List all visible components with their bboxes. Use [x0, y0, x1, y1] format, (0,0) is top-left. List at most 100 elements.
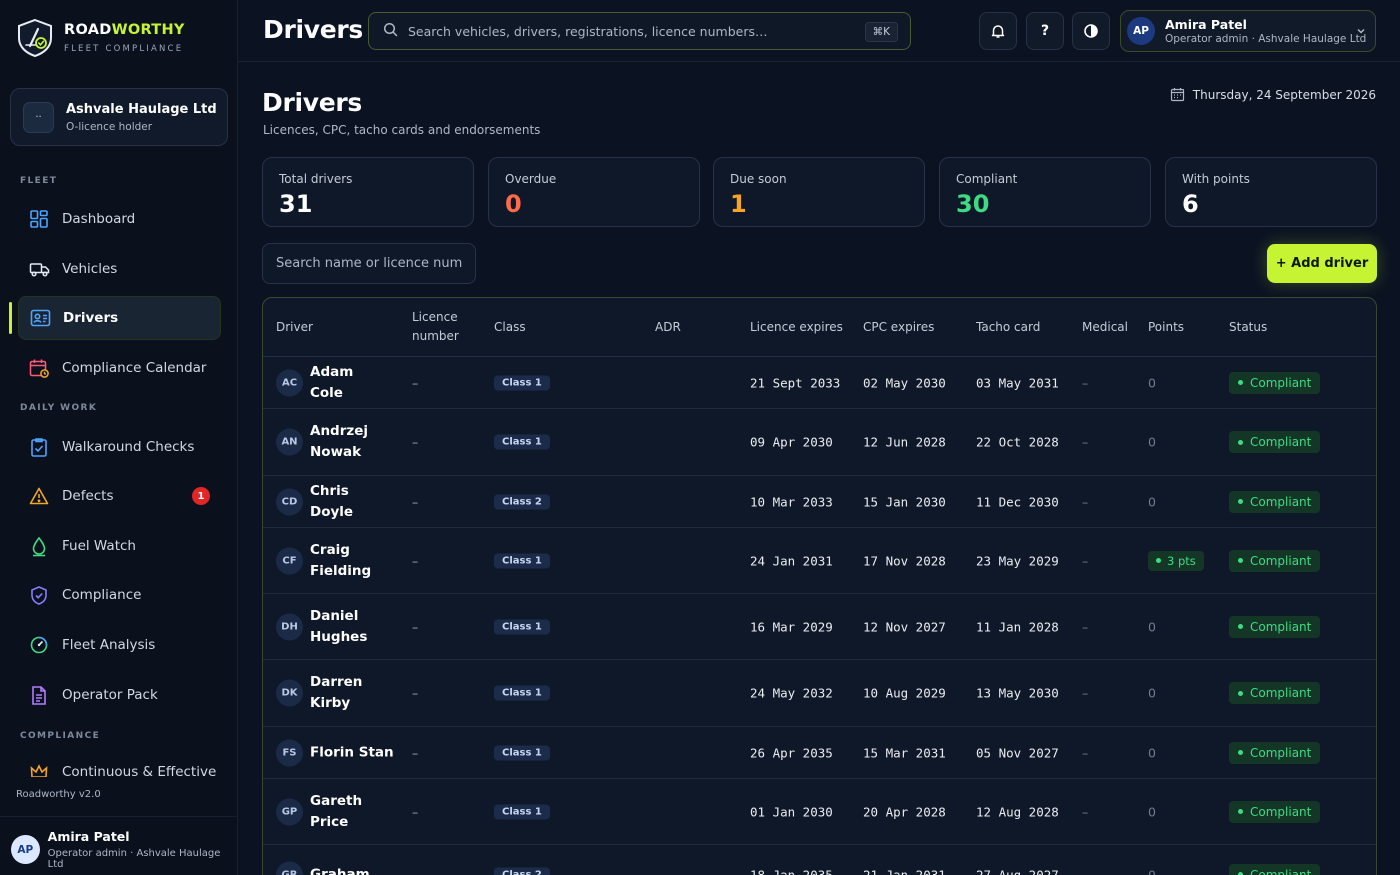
- status-dot: [1238, 499, 1243, 504]
- avatar: FS: [276, 739, 303, 766]
- sidebar-item-defects[interactable]: Defects 1: [18, 474, 221, 518]
- column-header[interactable]: Medical: [1082, 318, 1128, 337]
- driver-name[interactable]: Florin Stan: [310, 742, 400, 763]
- sidebar-item-label: Compliance Calendar: [62, 360, 207, 376]
- user-menu-button[interactable]: AP Amira Patel Operator admin · Ashvale …: [1120, 10, 1376, 52]
- global-search-input[interactable]: Search vehicles, drivers, registrations,…: [368, 12, 911, 50]
- class-badge: Class 1: [494, 553, 550, 568]
- topbar: Drivers Search vehicles, drivers, regist…: [238, 0, 1400, 62]
- column-header[interactable]: Driver: [276, 318, 313, 337]
- column-header[interactable]: Status: [1229, 318, 1267, 337]
- driver-search-input[interactable]: [262, 243, 476, 284]
- stat-label: With points: [1182, 172, 1250, 186]
- status-dot: [1238, 558, 1243, 563]
- driver-name[interactable]: Graham: [310, 864, 388, 875]
- column-header[interactable]: ADR: [655, 318, 681, 337]
- calendar-icon: [28, 357, 50, 379]
- cpc-expiry: 15 Jan 2030: [863, 494, 946, 509]
- tacho-card-expiry: 05 Nov 2027: [976, 745, 1059, 760]
- stat-card: Overdue 0: [488, 157, 700, 227]
- table-row[interactable]: DK Darren Kirby – Class 1 24 May 2032 10 Aug …: [263, 660, 1376, 727]
- stat-value: 1: [730, 190, 747, 218]
- medical-value: –: [1082, 553, 1089, 568]
- points-label: 3 pts: [1167, 553, 1196, 568]
- sidebar-item-continuous-effective[interactable]: Continuous & Effective: [18, 757, 221, 777]
- table-row[interactable]: GP Gareth Price – Class 1 01 Jan 2030 20 Apr …: [263, 779, 1376, 845]
- class-badge: Class 1: [494, 804, 550, 819]
- medical-value: –: [1082, 494, 1089, 509]
- notifications-button[interactable]: [979, 12, 1017, 50]
- theme-toggle-button[interactable]: [1072, 12, 1110, 50]
- table-row[interactable]: GR Graham – Class 2 18 Jan 2035 21 Jan 2031 27…: [263, 845, 1376, 875]
- app-version: Roadworthy v2.0: [16, 789, 101, 800]
- status-badge: Compliant: [1229, 800, 1321, 823]
- column-header[interactable]: Licence expires: [750, 318, 843, 337]
- table-row[interactable]: DH Daniel Hughes – Class 1 16 Mar 2029 12 Nov…: [263, 594, 1376, 660]
- add-driver-button[interactable]: + Add driver: [1267, 244, 1377, 283]
- tacho-card-expiry: 03 May 2031: [976, 375, 1059, 390]
- brand[interactable]: ROADWORTHY FLEET COMPLIANCE: [16, 18, 185, 58]
- points-value: 0: [1148, 804, 1156, 819]
- tacho-card-expiry: 11 Dec 2030: [976, 494, 1059, 509]
- column-header[interactable]: Class: [494, 318, 526, 337]
- driver-name[interactable]: Darren Kirby: [310, 672, 388, 714]
- status-badge: Compliant: [1229, 490, 1321, 513]
- table-row[interactable]: CF Craig Fielding – Class 1 24 Jan 2031 17 No…: [263, 528, 1376, 594]
- licence-number: –: [412, 434, 419, 450]
- sidebar-item-dashboard[interactable]: Dashboard: [18, 197, 221, 241]
- table-row[interactable]: AN Andrzej Nowak – Class 1 09 Apr 2030 12 Jun…: [263, 409, 1376, 476]
- table-row[interactable]: AC Adam Cole – Class 1 21 Sept 2033 02 May 20…: [263, 357, 1376, 409]
- driver-name[interactable]: Daniel Hughes: [310, 606, 388, 648]
- points-value: 0: [1148, 619, 1156, 634]
- licence-number: –: [412, 685, 419, 701]
- sidebar-item-vehicles[interactable]: Vehicles: [18, 247, 221, 291]
- nav-section-compliance: COMPLIANCE: [20, 731, 101, 741]
- nav-section-fleet: FLEET: [20, 176, 58, 186]
- sidebar-item-label: Continuous & Effective: [62, 764, 217, 777]
- sidebar-item-walkaround-checks[interactable]: Walkaround Checks: [18, 425, 221, 469]
- driver-name[interactable]: Gareth Price: [310, 791, 388, 833]
- status-badge: Compliant: [1229, 549, 1321, 572]
- help-button[interactable]: ?: [1026, 12, 1064, 50]
- stat-label: Due soon: [730, 172, 787, 186]
- sidebar-item-operator-pack[interactable]: Operator Pack: [18, 673, 221, 717]
- sidebar-item-fleet-analysis[interactable]: Fleet Analysis: [18, 623, 221, 667]
- points-badge: 3 pts: [1148, 550, 1204, 571]
- licence-number: –: [412, 867, 419, 875]
- driver-name[interactable]: Chris Doyle: [310, 481, 388, 523]
- driver-name[interactable]: Adam Cole: [310, 362, 388, 404]
- sidebar-item-compliance-calendar[interactable]: Compliance Calendar: [18, 346, 221, 390]
- bell-icon: [991, 25, 1005, 38]
- status-badge: Compliant: [1229, 615, 1321, 638]
- licence-number: –: [412, 375, 419, 390]
- table-row[interactable]: FS Florin Stan – Class 1 26 Apr 2035 15 Mar 2…: [263, 727, 1376, 779]
- cpc-expiry: 15 Mar 2031: [863, 745, 946, 760]
- table-row[interactable]: CD Chris Doyle – Class 2 10 Mar 2033 15 Jan 2…: [263, 476, 1376, 528]
- column-header[interactable]: Licence number: [412, 308, 472, 346]
- column-header[interactable]: Points: [1148, 318, 1184, 337]
- org-switcher[interactable]: ·· Ashvale Haulage Ltd O-licence holder: [10, 88, 228, 146]
- tacho-card-expiry: 13 May 2030: [976, 685, 1059, 701]
- search-shortcut-hint: ⌘K: [864, 22, 898, 42]
- points-value: 0: [1148, 375, 1156, 390]
- licence-expiry: 18 Jan 2035: [750, 867, 833, 875]
- sidebar-user[interactable]: AP Amira Patel Operator admin · Ashvale …: [11, 829, 237, 870]
- current-date: Thursday, 24 September 2026: [1170, 87, 1376, 102]
- user-name: Amira Patel: [1165, 17, 1247, 32]
- nav-scroll-clip: Continuous & Effective: [0, 757, 238, 777]
- driver-name[interactable]: Craig Fielding: [310, 540, 388, 582]
- medical-value: –: [1082, 745, 1089, 760]
- column-header[interactable]: CPC expires: [863, 318, 934, 337]
- status-label: Compliant: [1250, 553, 1312, 568]
- page-subtitle: Licences, CPC, tacho cards and endorseme…: [263, 123, 541, 137]
- user-name: Amira Patel: [47, 829, 130, 844]
- sidebar-item-compliance[interactable]: Compliance: [18, 573, 221, 617]
- sidebar-item-fuel-watch[interactable]: Fuel Watch: [18, 524, 221, 568]
- licence-expiry: 26 Apr 2035: [750, 745, 833, 760]
- sidebar-item-drivers[interactable]: Drivers: [18, 296, 221, 340]
- column-header[interactable]: Tacho card: [976, 318, 1040, 337]
- licence-expiry: 24 Jan 2031: [750, 553, 833, 568]
- active-indicator: [9, 302, 12, 334]
- medical-value: –: [1082, 804, 1089, 819]
- driver-name[interactable]: Andrzej Nowak: [310, 421, 388, 463]
